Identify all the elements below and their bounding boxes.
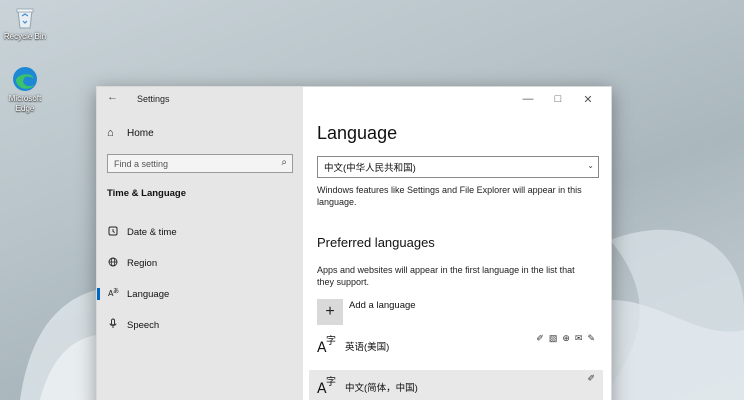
svg-text:字: 字: [326, 375, 336, 388]
language-row-chinese[interactable]: A字 中文(简体，中国) ✐: [309, 370, 603, 400]
search-placeholder: Find a setting: [114, 158, 169, 169]
language-features: ✐ ▧ ⊕ ✉ ✎: [536, 333, 595, 344]
display-language-value: 中文(中华人民共和国): [324, 163, 416, 174]
sidebar-item-language[interactable]: Aあ Language: [97, 286, 293, 302]
maximize-button[interactable]: □: [543, 91, 573, 107]
globe-icon: [107, 257, 119, 270]
language-glyph-icon: A字: [317, 374, 339, 400]
display-language-dropdown[interactable]: 中文(中华人民共和国) ⌄: [317, 156, 599, 178]
sidebar-item-label: Date & time: [127, 226, 177, 238]
language-row-english[interactable]: A字 英语(美国) ✐ ▧ ⊕ ✉ ✎: [309, 330, 603, 362]
handwriting-feature-icon: ✉: [574, 333, 583, 343]
sidebar-item-label: Language: [127, 288, 170, 300]
display-language-feature-icon: ✐: [536, 333, 544, 343]
sidebar-item-date-time[interactable]: Date & time: [107, 224, 293, 240]
home-icon: ⌂: [107, 127, 114, 139]
window-title: Settings: [137, 94, 170, 104]
back-arrow-icon[interactable]: ←: [107, 91, 118, 103]
display-language-description: Windows features like Settings and File …: [317, 185, 582, 207]
svg-text:あ: あ: [113, 288, 119, 295]
sidebar-item-label: Speech: [127, 319, 160, 331]
preferred-languages-description: Apps and websites will appear in the fir…: [317, 265, 575, 287]
language-glyph-icon: A字: [317, 333, 339, 359]
preferred-languages-heading: Preferred languages: [317, 235, 435, 250]
add-language-label[interactable]: Add a language: [349, 300, 416, 311]
language-name: 英语(美国): [345, 342, 390, 353]
close-button[interactable]: ✕: [573, 91, 603, 107]
add-language-button[interactable]: +: [317, 299, 343, 325]
sidebar-item-speech[interactable]: Speech: [107, 317, 293, 333]
text-to-speech-feature-icon: ▧: [548, 333, 558, 343]
keyboard-feature-icon: ✎: [587, 333, 595, 343]
window-controls: — □ ✕: [513, 91, 603, 107]
nav-home-label: Home: [127, 127, 154, 139]
chevron-down-icon: ⌄: [587, 161, 594, 170]
sidebar-item-label: Region: [127, 257, 158, 269]
svg-text:字: 字: [326, 334, 336, 347]
language-name: 中文(简体，中国): [345, 383, 418, 394]
plus-icon: +: [325, 303, 335, 320]
display-language-feature-icon: ✐: [587, 373, 595, 383]
recycle-bin-shortcut[interactable]: Recycle Bin: [0, 4, 50, 42]
recycle-bin-label: Recycle Bin: [3, 32, 47, 41]
recycle-bin-icon: [12, 4, 38, 30]
content-pane: — □ ✕ Language 中文(中华人民共和国) ⌄ Windows fea…: [303, 87, 611, 400]
page-title: Language: [317, 123, 398, 143]
settings-window: ← Settings ⌂ Home Find a setting ⌕ Time …: [96, 86, 612, 400]
nav-pane: ← Settings ⌂ Home Find a setting ⌕ Time …: [97, 87, 303, 400]
language-features: ✐: [587, 373, 595, 384]
search-icon: ⌕: [281, 157, 287, 168]
search-input[interactable]: Find a setting ⌕: [107, 154, 293, 173]
microphone-icon: [107, 318, 119, 332]
section-label: Time & Language: [107, 188, 187, 199]
speech-recognition-feature-icon: ⊕: [562, 333, 570, 343]
nav-home[interactable]: ⌂ Home: [107, 127, 154, 139]
edge-icon: [12, 66, 38, 92]
clock-icon: [107, 226, 119, 239]
edge-label: Microsoft Edge: [8, 94, 42, 113]
edge-shortcut[interactable]: Microsoft Edge: [0, 66, 50, 114]
sidebar-item-region[interactable]: Region: [107, 255, 293, 271]
language-icon: Aあ: [107, 287, 119, 301]
minimize-button[interactable]: —: [513, 91, 543, 107]
